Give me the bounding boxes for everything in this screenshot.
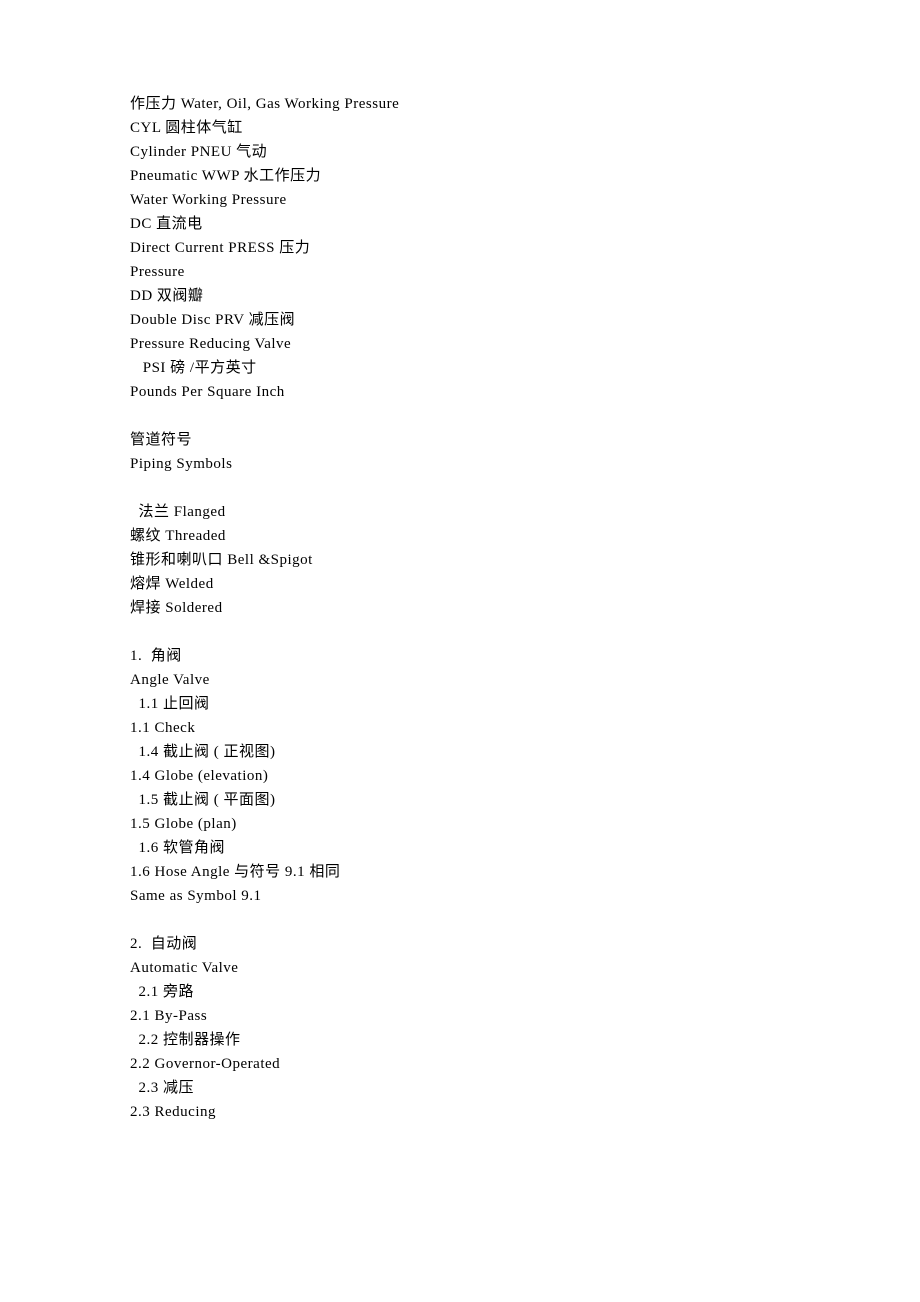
line: 焊接 Soldered [130,596,790,620]
line: 2.2 Governor-Operated [130,1052,790,1076]
line: 管道符号 [130,428,790,452]
line: Double Disc PRV 减压阀 [130,308,790,332]
line: 2. 自动阀 [130,932,790,956]
line: Water Working Pressure [130,188,790,212]
line: 锥形和喇叭口 Bell &Spigot [130,548,790,572]
line: Same as Symbol 9.1 [130,884,790,908]
line: 2.1 By-Pass [130,1004,790,1028]
line: 1.6 软管角阀 [130,836,790,860]
line: 熔焊 Welded [130,572,790,596]
line: 1.1 止回阀 [130,692,790,716]
document-page: 作压力 Water, Oil, Gas Working Pressure CYL… [0,0,920,1302]
line: 螺纹 Threaded [130,524,790,548]
line: DD 双阀瓣 [130,284,790,308]
line: 2.3 减压 [130,1076,790,1100]
line: Piping Symbols [130,452,790,476]
line: Pressure [130,260,790,284]
line: Direct Current PRESS 压力 [130,236,790,260]
line: 2.1 旁路 [130,980,790,1004]
line: 1.5 Globe (plan) [130,812,790,836]
line: 1.4 截止阀 ( 正视图) [130,740,790,764]
line: 1.5 截止阀 ( 平面图) [130,788,790,812]
line: 1.4 Globe (elevation) [130,764,790,788]
line: 1.1 Check [130,716,790,740]
line: Pressure Reducing Valve [130,332,790,356]
line: 1. 角阀 [130,644,790,668]
blank-line [130,908,790,932]
line: Pounds Per Square Inch [130,380,790,404]
line: Angle Valve [130,668,790,692]
line: Automatic Valve [130,956,790,980]
line: 1.6 Hose Angle 与符号 9.1 相同 [130,860,790,884]
line: 作压力 Water, Oil, Gas Working Pressure [130,92,790,116]
line: Pneumatic WWP 水工作压力 [130,164,790,188]
blank-line [130,620,790,644]
line: CYL 圆柱体气缸 [130,116,790,140]
line: Cylinder PNEU 气动 [130,140,790,164]
line: 法兰 Flanged [130,500,790,524]
line: 2.2 控制器操作 [130,1028,790,1052]
line: 2.3 Reducing [130,1100,790,1124]
blank-line [130,404,790,428]
line: DC 直流电 [130,212,790,236]
line: PSI 磅 /平方英寸 [130,356,790,380]
blank-line [130,476,790,500]
